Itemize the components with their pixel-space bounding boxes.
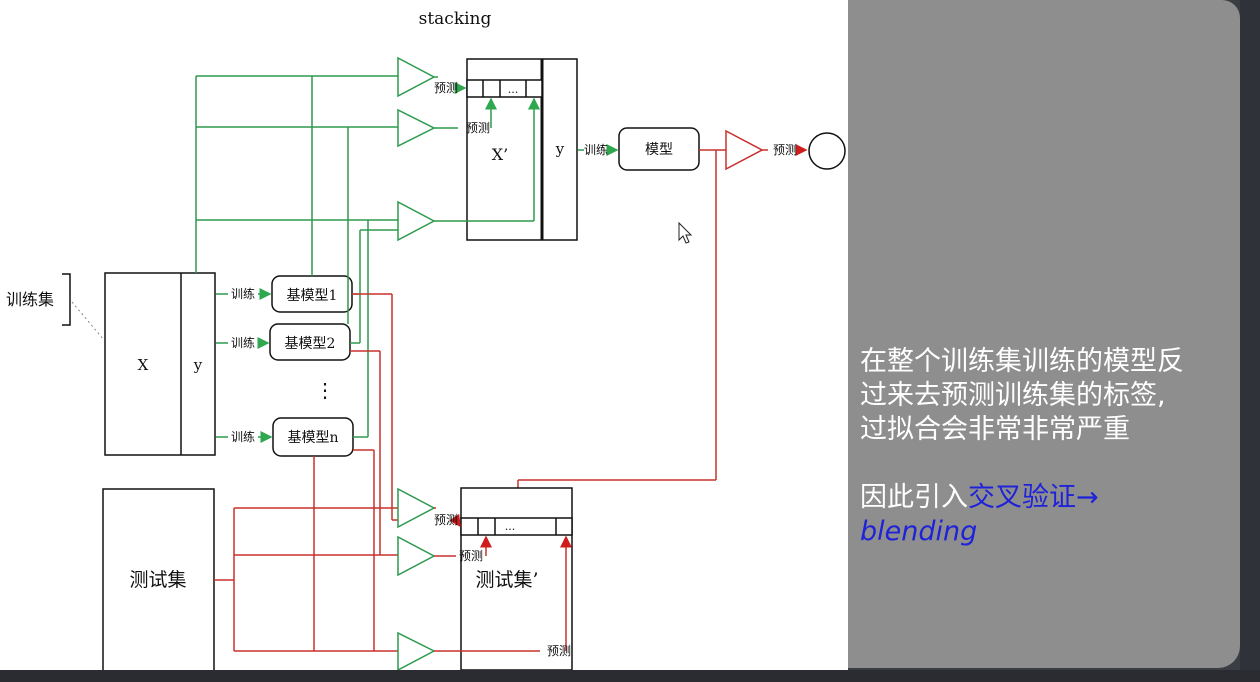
test-predictor-triangles	[397, 487, 436, 672]
test-prime-label: 测试集’	[475, 569, 538, 591]
meta-model-label: 模型	[645, 142, 673, 158]
test-set-label: 测试集	[129, 569, 186, 591]
predict-label-mid: 预测	[466, 121, 490, 135]
final-predict-label: 预测	[773, 143, 797, 157]
meta-y-label: y	[555, 140, 565, 158]
base-model-2: 基模型2	[269, 323, 351, 361]
train-label-3: 训练	[231, 429, 255, 444]
diagram-canvas: stacking 训练集 X y 基模型1 基模型2 ⋮ 基模型n 训练 训练 …	[0, 0, 848, 672]
train-label-2: 训练	[231, 335, 255, 350]
test-predict-label-3: 预测	[547, 644, 571, 658]
stacking-diagram: stacking 训练集 X y 基模型1 基模型2 ⋮ 基模型n 训练 训练 …	[6, 9, 846, 672]
training-set-bracket	[62, 273, 71, 326]
note-line-5: blending	[860, 516, 978, 547]
train-x-label: X	[138, 356, 149, 374]
base-model-1: 基模型1	[271, 275, 353, 313]
note-line-1: 在整个训练集训练的模型反	[860, 346, 1184, 377]
train-wiring	[195, 75, 398, 438]
note-line-3: 过拟合会非常非常严重	[860, 414, 1130, 445]
notes-panel	[848, 0, 1240, 668]
training-set-pointer	[71, 301, 105, 341]
note-line-4: 因此引入交叉验证→	[860, 481, 1255, 515]
base-model-n: 基模型n	[272, 417, 354, 457]
mouse-cursor-icon	[678, 221, 693, 244]
base-model-2-label: 基模型2	[285, 335, 336, 352]
note-line-2: 过来去预测训练集的标签,	[860, 380, 1166, 411]
bottom-strip	[0, 670, 1260, 682]
final-predictor-triangle	[725, 129, 764, 171]
base-model-1-label: 基模型1	[287, 287, 338, 304]
window-edge	[1240, 0, 1260, 672]
note-highlight: 交叉验证→	[968, 482, 1099, 513]
meta-model: 模型	[618, 127, 700, 171]
training-set-label: 训练集	[6, 290, 54, 309]
predict-label-top: 预测	[434, 81, 458, 95]
diagram-title: stacking	[419, 9, 492, 29]
test-predict-label-2: 预测	[459, 549, 483, 563]
meta-train-label: 训练	[584, 142, 608, 157]
explanation-note: 在整个训练集训练的模型反 过来去预测训练集的标签, 过拟合会非常非常严重 因此引…	[860, 345, 1255, 549]
base-model-n-label: 基模型n	[287, 429, 338, 446]
final-output-circle	[808, 132, 846, 170]
base-model-ellipsis: ⋮	[315, 378, 335, 402]
test-prime-row-ellipsis: ...	[505, 520, 516, 533]
test-predict-label-1: 预测	[434, 513, 458, 527]
x-prime-row-ellipsis: ...	[508, 83, 519, 96]
train-predictor-triangles	[397, 56, 436, 242]
train-y-label: y	[193, 356, 203, 374]
train-label-1: 训练	[231, 286, 255, 301]
x-prime-label: X’	[492, 145, 508, 164]
note-line-4-prefix: 因此引入	[860, 482, 968, 513]
